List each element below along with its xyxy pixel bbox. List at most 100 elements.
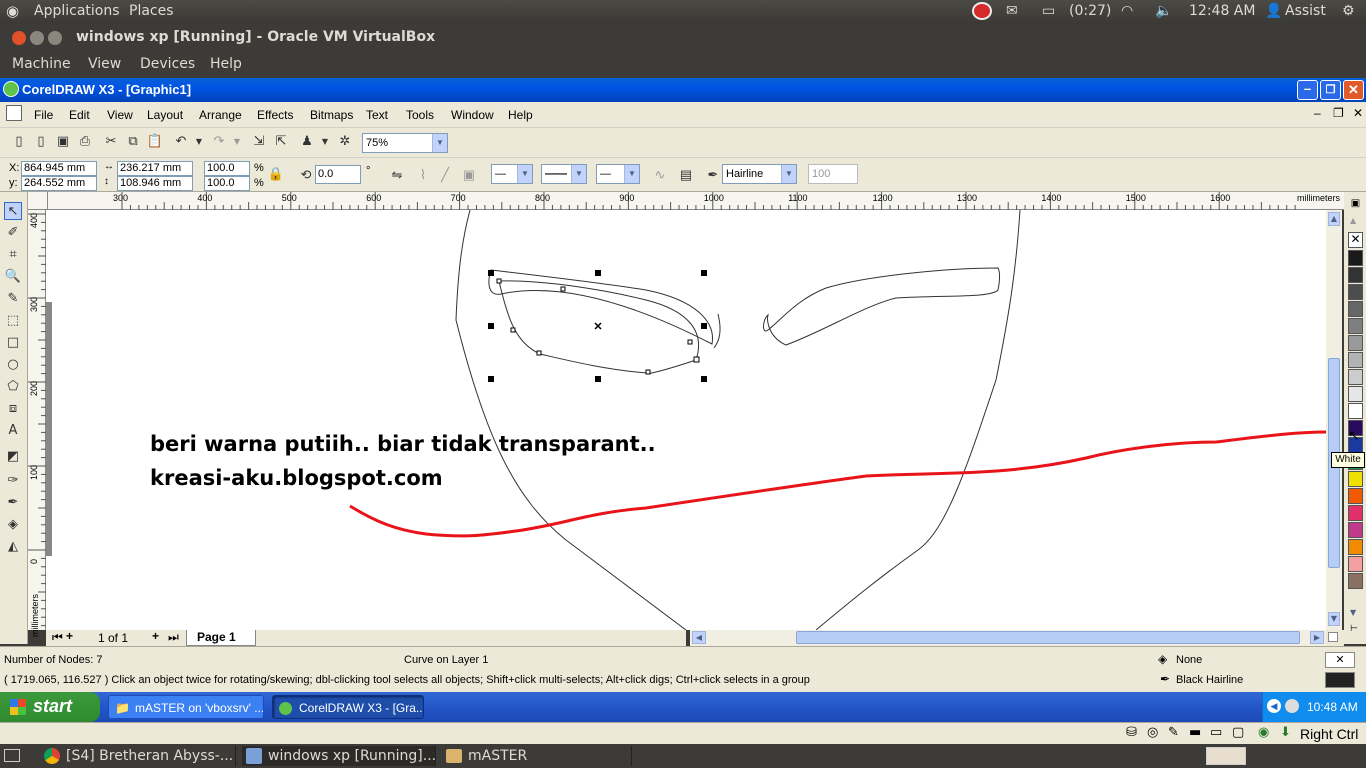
navigator-icon[interactable] bbox=[1328, 632, 1338, 642]
color-swatch[interactable] bbox=[1348, 471, 1363, 487]
scroll-up-icon[interactable]: ▲ bbox=[1328, 212, 1340, 226]
start-button[interactable]: start bbox=[0, 692, 100, 722]
maximize-icon[interactable] bbox=[48, 31, 62, 45]
keyboard-capture-icon[interactable]: ⬇ bbox=[1280, 725, 1291, 740]
menu-edit[interactable]: Edit bbox=[69, 108, 90, 122]
horizontal-ruler[interactable]: 300 400 500 600 700 800 900 1000 1100 1200 1300 140… bbox=[48, 192, 1344, 210]
system-gear-icon[interactable]: ⚙ bbox=[1342, 3, 1355, 19]
interactive-fill-tool-icon[interactable]: ◭ bbox=[4, 538, 22, 556]
applications-menu[interactable]: Applications bbox=[34, 3, 120, 19]
doc-minimize-icon[interactable]: – bbox=[1314, 106, 1321, 120]
user-name[interactable]: Assist bbox=[1285, 3, 1326, 19]
drawing-canvas[interactable]: beri warna putiih.. biar tidak transpara… bbox=[46, 210, 1326, 630]
battery-time[interactable]: (0:27) bbox=[1069, 3, 1111, 19]
right-eyebrow-shape[interactable] bbox=[763, 267, 1000, 346]
ruler-origin[interactable] bbox=[28, 192, 48, 210]
rectangle-tool-icon[interactable]: □ bbox=[4, 334, 22, 352]
undo-icon[interactable]: ↶ bbox=[172, 133, 190, 151]
launcher-dropdown-icon[interactable]: ▼ bbox=[316, 133, 334, 151]
welcome-screen-icon[interactable]: ✲ bbox=[336, 133, 354, 151]
color-swatch[interactable] bbox=[1348, 335, 1363, 351]
bottom-task-chrome[interactable]: [S4] Bretheran Abyss-... bbox=[40, 746, 236, 766]
first-page-icon[interactable]: ⏮ bbox=[52, 630, 63, 645]
scroll-right-icon[interactable]: ▶ bbox=[1310, 631, 1324, 644]
scale-x-field[interactable]: 100.0 bbox=[204, 161, 250, 176]
menu-view[interactable]: View bbox=[107, 108, 133, 122]
zoom-level-select[interactable]: 75% ▼ bbox=[362, 133, 448, 153]
vertical-ruler[interactable]: 400 300 200 100 0 millimeters bbox=[28, 210, 46, 637]
vbox-menu-machine[interactable]: Machine bbox=[12, 56, 71, 72]
crop-tool-icon[interactable]: ⌗ bbox=[4, 246, 22, 264]
scale-y-field[interactable]: 100.0 bbox=[204, 176, 250, 191]
chevron-down-icon[interactable]: ▼ bbox=[517, 165, 532, 183]
tab-page-1[interactable]: Page 1 bbox=[186, 630, 256, 646]
video-capture-icon[interactable]: ▢ bbox=[1232, 725, 1244, 740]
vbox-menu-help[interactable]: Help bbox=[210, 56, 242, 72]
user-icon[interactable]: 👤 bbox=[1265, 3, 1282, 19]
rotation-center-icon[interactable] bbox=[594, 322, 602, 330]
menu-bitmaps[interactable]: Bitmaps bbox=[310, 108, 353, 122]
end-arrow-select[interactable]: — ▼ bbox=[596, 164, 640, 184]
application-launcher-icon[interactable]: ♟ bbox=[298, 133, 316, 151]
menu-help[interactable]: Help bbox=[508, 108, 533, 122]
optical-drive-icon[interactable]: ◎ bbox=[1147, 725, 1158, 740]
minimize-icon[interactable] bbox=[30, 31, 44, 45]
clock[interactable]: 12:48 AM bbox=[1189, 3, 1255, 19]
vbox-menu-devices[interactable]: Devices bbox=[140, 56, 195, 72]
horizontal-scrollbar[interactable]: ◀ ▶ bbox=[690, 630, 1326, 646]
add-page-icon[interactable]: + bbox=[66, 629, 73, 643]
chevron-down-icon[interactable]: ▼ bbox=[624, 165, 639, 183]
close-icon[interactable] bbox=[12, 31, 26, 45]
cut-icon[interactable]: ✂ bbox=[102, 133, 120, 151]
new-icon[interactable]: ▯ bbox=[10, 133, 28, 151]
zoom-tool-icon[interactable]: 🔍 bbox=[4, 268, 22, 286]
x-position-field[interactable]: 864.945 mm bbox=[21, 161, 97, 176]
no-fill-swatch-icon[interactable]: ✕ bbox=[1348, 232, 1363, 248]
tray-volume-icon[interactable] bbox=[1285, 699, 1299, 713]
close-curve-icon[interactable]: ∿ bbox=[651, 166, 669, 184]
width-field[interactable]: 236.217 mm bbox=[117, 161, 193, 176]
color-swatch[interactable] bbox=[1348, 284, 1363, 300]
interactive-blend-tool-icon[interactable]: ◩ bbox=[4, 448, 22, 466]
basic-shapes-tool-icon[interactable]: ⧈ bbox=[4, 400, 22, 418]
workspace-switcher[interactable] bbox=[1206, 747, 1246, 765]
redo-dropdown-icon[interactable]: ▼ bbox=[228, 133, 246, 151]
palette-menu-icon[interactable]: ▣ bbox=[1348, 198, 1363, 212]
vbox-menu-view[interactable]: View bbox=[88, 56, 121, 72]
menu-text[interactable]: Text bbox=[366, 108, 388, 122]
places-menu[interactable]: Places bbox=[129, 3, 174, 19]
bottom-task-folder[interactable]: mASTER bbox=[442, 746, 632, 766]
polygon-tool-icon[interactable]: ⬠ bbox=[4, 378, 22, 396]
outline-scale-field[interactable]: 100 bbox=[808, 164, 858, 184]
color-swatch[interactable] bbox=[1348, 573, 1363, 589]
tray-clock[interactable]: 10:48 AM bbox=[1307, 700, 1358, 714]
pick-tool-icon[interactable]: ↖ bbox=[4, 202, 22, 220]
outline-tool-icon[interactable]: ✒ bbox=[4, 494, 22, 512]
usb-icon[interactable]: ✎ bbox=[1168, 725, 1179, 740]
menu-layout[interactable]: Layout bbox=[147, 108, 183, 122]
line-icon[interactable]: ╱ bbox=[436, 166, 454, 184]
taskbar-explorer-window[interactable]: 📁 mASTER on 'vboxsrv' ... bbox=[108, 695, 264, 719]
color-swatch[interactable] bbox=[1348, 556, 1363, 572]
color-swatch[interactable] bbox=[1348, 301, 1363, 317]
add-page-after-icon[interactable]: + bbox=[152, 629, 159, 643]
color-swatch[interactable] bbox=[1348, 522, 1363, 538]
close-icon[interactable]: ✕ bbox=[1343, 80, 1364, 100]
freehand-tool-icon[interactable]: ✎ bbox=[4, 290, 22, 308]
show-desktop-icon[interactable] bbox=[4, 749, 20, 762]
y-position-field[interactable]: 264.552 mm bbox=[21, 176, 97, 191]
smart-fill-tool-icon[interactable]: ⬚ bbox=[4, 312, 22, 330]
doc-close-icon[interactable]: ✕ bbox=[1353, 106, 1363, 120]
shared-folders-icon[interactable]: ▬ bbox=[1189, 725, 1201, 740]
scroll-left-icon[interactable]: ◀ bbox=[692, 631, 706, 644]
palette-scroll-down-icon[interactable]: ▼ bbox=[1350, 608, 1356, 617]
hard-disk-icon[interactable]: ⛁ bbox=[1126, 725, 1137, 740]
paste-icon[interactable]: 📋 bbox=[146, 133, 164, 151]
bottom-task-vbox[interactable]: windows xp [Running]... bbox=[242, 746, 436, 766]
chevron-down-icon[interactable]: ▼ bbox=[432, 134, 447, 152]
outline-width-select[interactable]: Hairline ▼ bbox=[722, 164, 797, 184]
outline-swatch-black[interactable] bbox=[1325, 672, 1355, 688]
document-icon[interactable] bbox=[6, 105, 22, 121]
fill-swatch-none-icon[interactable]: ✕ bbox=[1325, 652, 1355, 668]
node-icon[interactable]: ⌇ bbox=[414, 166, 432, 184]
